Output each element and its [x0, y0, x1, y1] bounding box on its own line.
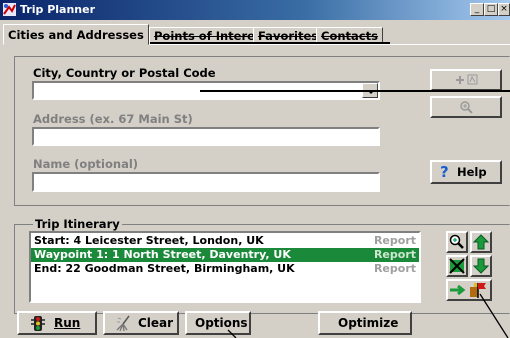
- tab-cities-and-addresses[interactable]: Cities and Addresses: [3, 24, 149, 45]
- trip-planner-window: Trip Planner _ □ × Cities and Addresses …: [0, 0, 510, 338]
- tab-label: Cities and Addresses: [8, 28, 144, 42]
- callout-lines: [227, 293, 509, 338]
